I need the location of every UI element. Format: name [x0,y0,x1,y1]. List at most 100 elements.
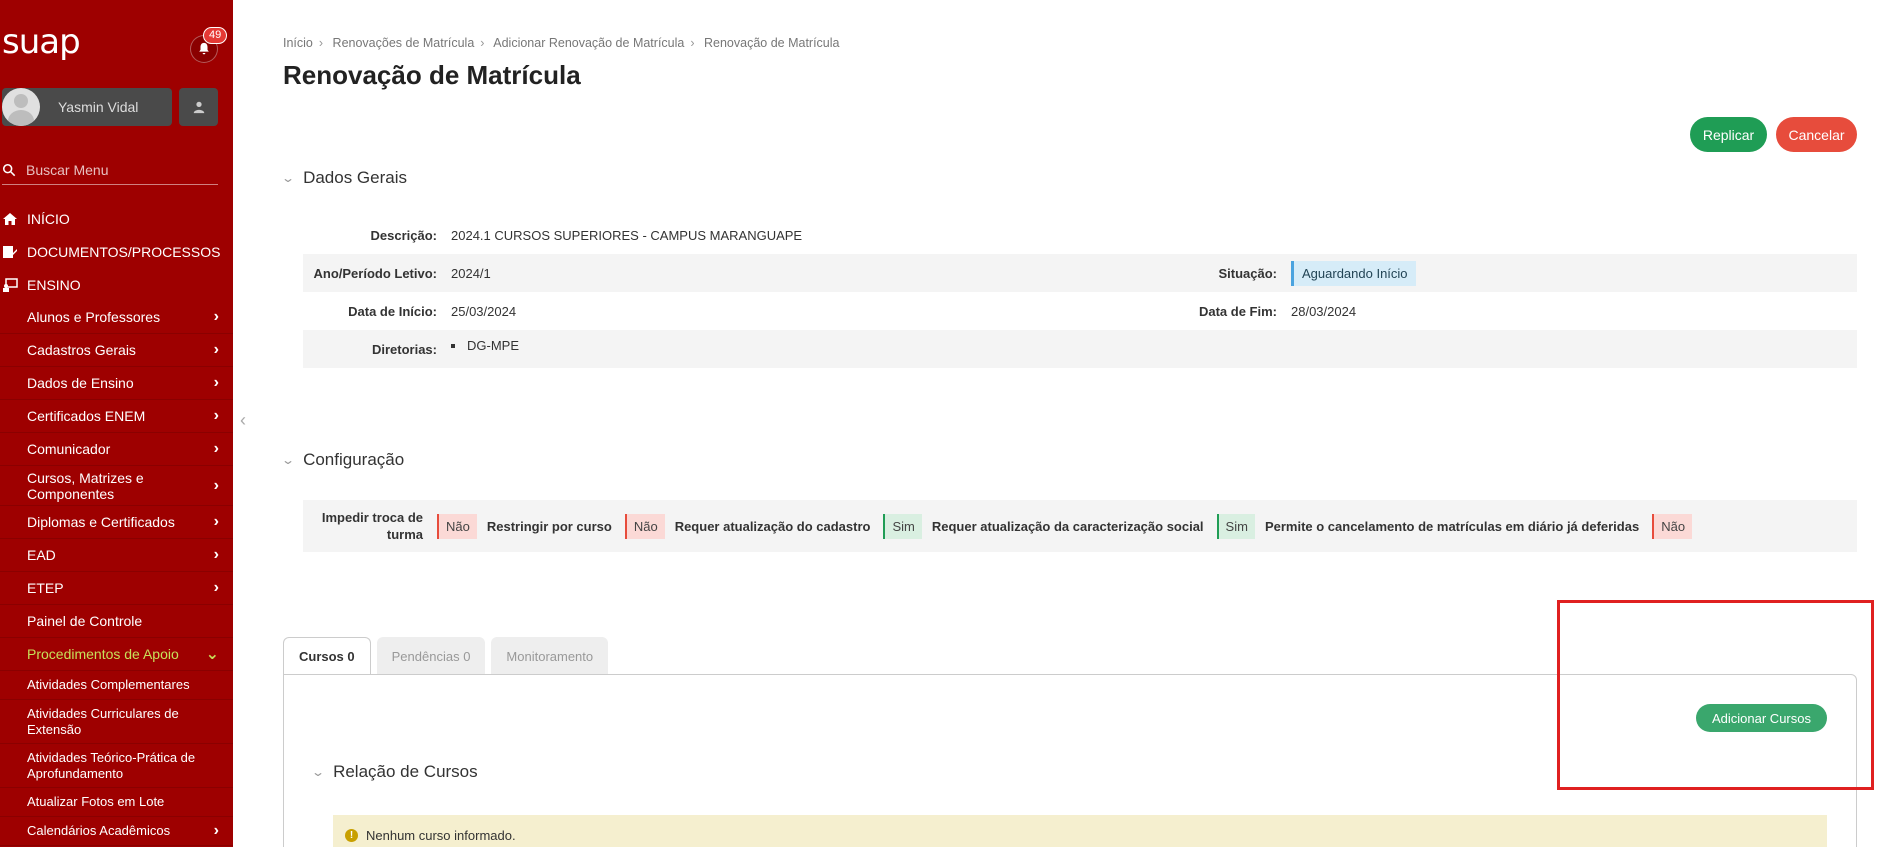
menu-item-documentos[interactable]: DOCUMENTOS/PROCESSOS [0,235,233,268]
search-icon [2,163,16,176]
menu-item-label: Cursos, Matrizes e Componentes [27,469,144,502]
config-label: Requer atualização do cadastro [674,518,871,534]
empty-alert: ! Nenhum curso informado. [333,815,1827,847]
suap-logo[interactable]: suap [2,22,81,62]
chevron-right-icon: › [213,374,219,391]
config-label: Permite o cancelamento de matrículas em … [1264,518,1640,534]
menu-item-label: EAD [27,547,56,563]
menu-item-label: Procedimentos de Apoio [27,646,179,662]
menu-item-comunicador[interactable]: Comunicador › [0,433,233,466]
chevron-right-icon: › [213,822,219,839]
menu-item-atividades-extensao[interactable]: Atividades Curriculares de Extensão [0,700,233,744]
datas-row: Data de Início: 25/03/2024 Data de Fim: … [303,292,1857,330]
warning-icon: ! [345,828,358,842]
bullet-icon [451,344,455,349]
menu-item-label: Atividades Curriculares de Extensão [27,705,179,737]
menu-item-label: DOCUMENTOS/PROCESSOS [27,243,221,260]
user-menu-button[interactable] [179,88,218,126]
menu-search [2,155,218,185]
menu-item-label: Certificados ENEM [27,408,146,424]
tab-monitoramento[interactable]: Monitoramento [491,637,609,675]
menu-item-atividades-teorico-pratica[interactable]: Atividades Teórico-Prática de Aprofundam… [0,744,233,788]
breadcrumb-link[interactable]: Renovações de Matrícula [333,36,475,50]
replicar-button[interactable]: Replicar [1690,117,1767,152]
menu-item-painel-controle[interactable]: Painel de Controle [0,605,233,638]
field-label: Descrição: [370,227,437,243]
breadcrumb-link[interactable]: Adicionar Renovação de Matrícula [493,36,684,50]
configuracao-list: Impedir troca de turma Não Restringir po… [303,500,1857,552]
search-input[interactable] [26,161,206,178]
descricao-row: Descrição: 2024.1 CURSOS SUPERIORES - CA… [303,216,1857,254]
chevron-right-icon: › [213,513,219,530]
config-value-badge: Sim [1216,513,1255,539]
menu-item-label: Alunos e Professores [27,309,161,325]
chevron-down-icon: ⌄ [310,765,326,779]
menu-item-label: Atividades Complementares [27,677,190,692]
menu-item-label: ETEP [27,580,64,596]
menu-item-cadastros-gerais[interactable]: Cadastros Gerais › [0,334,233,367]
descricao-value: 2024.1 CURSOS SUPERIORES - CAMPUS MARANG… [451,227,803,243]
chevron-right-icon: › [213,579,219,596]
user-profile[interactable]: Yasmin Vidal [2,88,172,126]
config-value-badge: Não [437,513,477,539]
menu-item-atualizar-fotos[interactable]: Atualizar Fotos em Lote [0,788,233,817]
relacao-cursos-toggle[interactable]: ⌄ Relação de Cursos [310,762,478,782]
diretoria-value: DG-MPE [467,337,519,353]
menu-item-procedimentos-apoio[interactable]: Procedimentos de Apoio ⌄ [0,638,233,671]
chevron-down-icon: ⌄ [280,453,296,467]
chevron-right-icon: › [213,407,219,424]
chevron-right-icon: › [690,36,695,50]
field-label: Situação: [1218,265,1277,281]
menu-item-label: Comunicador [27,441,111,457]
alert-message: Nenhum curso informado. [366,827,516,843]
tabs: Cursos 0 Pendências 0 Monitoramento [283,637,614,675]
config-label: Impedir troca de turma [321,510,423,542]
teaching-icon [3,277,18,292]
menu-item-dados-ensino[interactable]: Dados de Ensino › [0,367,233,400]
menu-item-atividades-complementares[interactable]: Atividades Complementares [0,671,233,700]
menu-item-label: ENSINO [27,276,81,293]
avatar [2,88,40,126]
cancelar-button[interactable]: Cancelar [1776,117,1857,152]
menu-item-etep[interactable]: ETEP › [0,572,233,605]
config-label: Requer atualização da caracterização soc… [931,518,1204,534]
tab-pendencias[interactable]: Pendências 0 [376,637,486,675]
menu-item-cursos-matrizes[interactable]: Cursos, Matrizes e Componentes › [0,466,233,506]
menu-item-label: Atualizar Fotos em Lote [27,794,165,809]
menu-item-label: Cadastros Gerais [27,342,136,358]
menu-item-calendarios[interactable]: Calendários Acadêmicos › [0,817,233,846]
menu-item-label: Painel de Controle [27,613,143,629]
chevron-right-icon: › [480,36,485,50]
page-title: Renovação de Matrícula [283,60,581,90]
data-inicio-value: 25/03/2024 [451,303,517,319]
menu-item-ensino[interactable]: ENSINO [0,268,233,301]
config-value-badge: Sim [883,513,922,539]
menu-item-label: Calendários Acadêmicos [27,823,171,838]
config-label: Restringir por curso [486,518,612,534]
data-fim-value: 28/03/2024 [1291,303,1357,319]
menu-item-label: INÍCIO [27,210,70,227]
menu-item-certificados-enem[interactable]: Certificados ENEM › [0,400,233,433]
dados-gerais-toggle[interactable]: ⌄ Dados Gerais [280,168,407,188]
username: Yasmin Vidal [58,99,139,115]
menu-item-inicio[interactable]: INÍCIO [0,202,233,235]
config-value-badge: Não [1652,513,1693,539]
configuracao-toggle[interactable]: ⌄ Configuração [280,450,404,470]
sidebar: suap 49 Yasmin Vidal INÍCIO DOCUMENTOS/P… [0,0,233,847]
ano-value: 2024/1 [451,265,491,281]
menu-item-alunos-professores[interactable]: Alunos e Professores › [0,301,233,334]
menu-item-label: Atividades Teórico-Prática de Aprofundam… [27,749,196,781]
menu-item-ead[interactable]: EAD › [0,539,233,572]
tab-cursos[interactable]: Cursos 0 [283,637,371,675]
field-label: Data de Início: [348,303,437,319]
collapse-sidebar-icon[interactable]: ‹ [240,410,246,431]
user-icon [193,101,204,114]
highlight-box [1557,600,1874,790]
ano-situacao-row: Ano/Período Letivo: 2024/1 Situação: Agu… [303,254,1857,292]
diretorias-row: Diretorias: DG-MPE [303,330,1857,368]
sidebar-menu: INÍCIO DOCUMENTOS/PROCESSOS ENSINO Aluno… [0,202,233,846]
breadcrumb-link[interactable]: Início [283,36,313,50]
menu-item-diplomas[interactable]: Diplomas e Certificados › [0,506,233,539]
menu-item-label: Diplomas e Certificados [27,514,175,530]
chevron-down-icon: ⌄ [280,171,296,185]
